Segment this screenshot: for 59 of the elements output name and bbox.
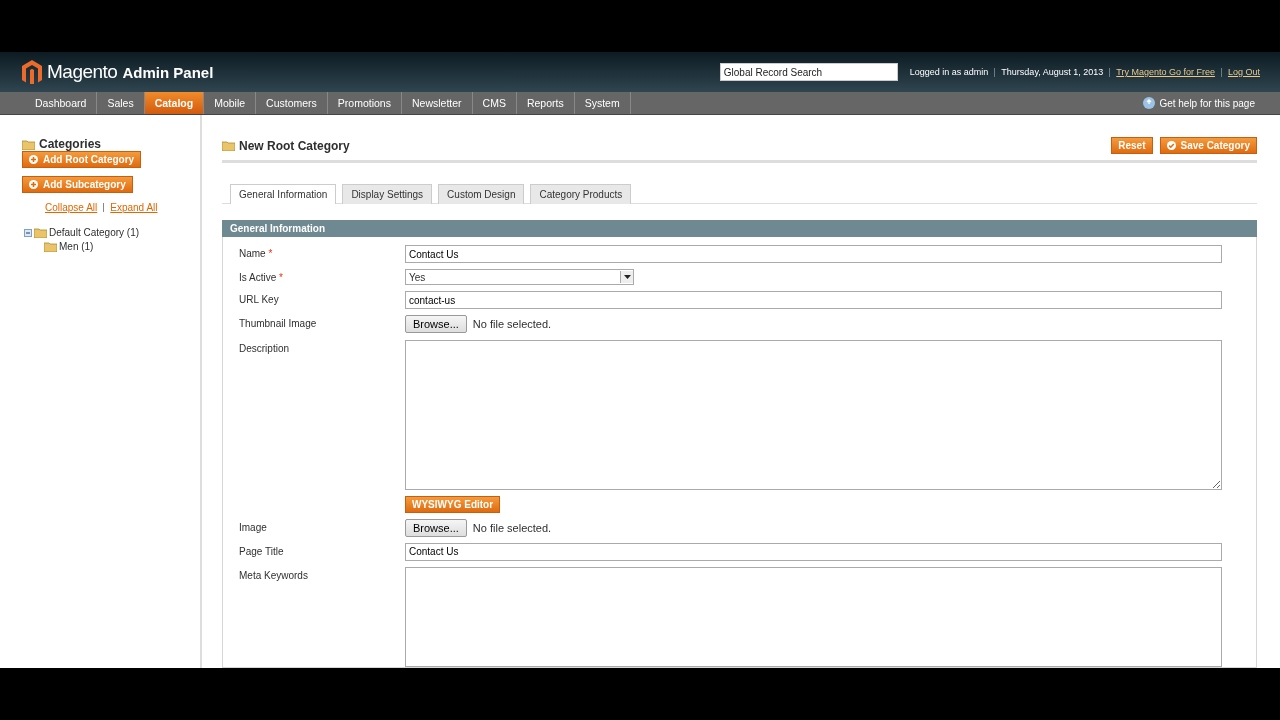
nav-item[interactable]: Reports [516,92,575,114]
field-label: Description [239,341,291,354]
search-field[interactable]: Global Record Search [719,63,898,81]
field-label: Is Active * [239,271,284,284]
folder-icon [34,227,47,238]
sidebar-title: Categories [39,137,102,151]
tab[interactable]: Display Settings [342,184,433,204]
tab[interactable]: Category Products [530,184,632,204]
file-status: No file selected. [472,521,552,534]
header-link[interactable]: Try Magento Go for Free [1116,67,1215,77]
keywords-textarea[interactable] [405,566,1222,667]
browse-button[interactable]: Browse... [405,518,467,537]
nav-item[interactable]: System [574,92,631,114]
tree-item[interactable]: Default Category (1) [49,227,140,238]
tree-link[interactable]: Collapse All [45,202,98,213]
nav-item[interactable]: CMS [472,92,517,114]
help-icon [1143,97,1156,109]
nav-item[interactable]: Newsletter [401,92,473,114]
folder-icon [222,140,235,151]
tab[interactable]: General Information [230,184,337,204]
field-label: URL Key [239,293,280,306]
tab[interactable]: Custom Design [438,184,525,204]
page-title: New Root Category [239,138,350,153]
folder-icon [44,241,57,252]
field-label: Name * [239,247,274,259]
collapse-icon[interactable] [24,228,32,237]
select-value: Yes [409,271,426,283]
header-link[interactable]: Log Out [1227,67,1260,77]
required-mark: * [278,272,283,284]
nav-item[interactable]: Catalog [144,92,205,114]
text-field[interactable]: contact-us [405,291,1222,310]
tree-link[interactable]: Expand All [110,202,158,213]
logo-subtitle: Admin Panel [122,63,214,81]
logo-name: Magento [47,61,118,83]
nav-item[interactable]: Dashboard [25,92,98,114]
nav-item[interactable]: Customers [256,92,328,114]
plus-icon [29,180,38,189]
help-link[interactable]: Get help for this page [1143,92,1255,114]
caret-icon[interactable] [620,271,633,284]
logo-icon [22,60,42,84]
tree-item[interactable]: Men (1) [59,241,94,252]
nav-item[interactable]: Sales [97,92,145,114]
nav-item[interactable]: Mobile [204,92,257,114]
field-label: Page Title [239,544,285,557]
browse-button[interactable]: Browse... [405,315,467,334]
field-label: Image [239,520,268,533]
user-info: Logged in as admin [909,67,989,77]
date-text: Thursday, August 1, 2013 [1001,67,1104,77]
text-field[interactable]: Contact Us [405,542,1222,561]
section-header: General Information [222,220,1257,237]
field-label: Thumbnail Image [239,317,318,330]
plus-icon [29,155,38,164]
file-status: No file selected. [472,318,552,331]
nav-item[interactable]: Promotions [327,92,402,114]
required-mark: * [267,248,273,259]
select-field[interactable]: Yes [405,269,634,286]
check-icon [1166,141,1176,150]
field-label: Meta Keywords [239,568,309,581]
text-field[interactable]: Contact Us [405,245,1222,263]
